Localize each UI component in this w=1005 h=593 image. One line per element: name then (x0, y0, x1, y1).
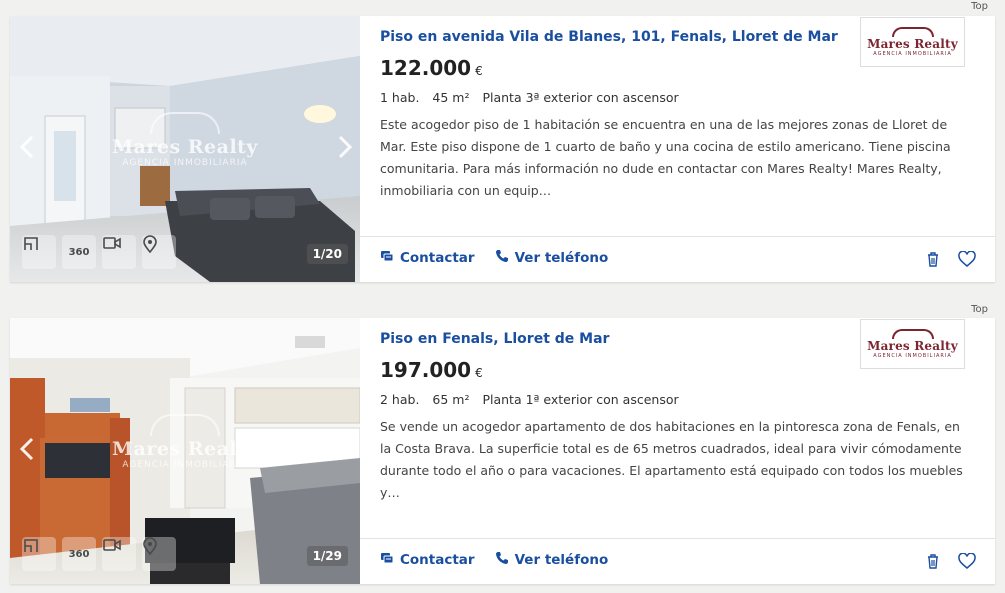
price-currency: € (475, 64, 483, 78)
agency-logo-subtitle: AGENCIA INMOBILIARIA (873, 353, 952, 359)
chevron-left-icon[interactable] (12, 433, 42, 465)
floorplan-button[interactable] (22, 235, 56, 269)
phone-icon (495, 249, 515, 267)
photo-counter: 1/20 (306, 244, 348, 264)
top-badge: Top (971, 1, 988, 12)
phone-label: Ver teléfono (514, 250, 609, 266)
contact-button[interactable]: Contactar (380, 551, 475, 569)
agency-logo-text: Mares Realty (867, 339, 958, 353)
listing-secondary-actions (909, 249, 977, 269)
video-button[interactable] (102, 235, 136, 269)
card-divider (360, 236, 995, 237)
listing-photo[interactable]: Mares Realty AGENCIA INMOBILIARIA 360 1/… (10, 16, 360, 282)
trash-icon[interactable] (923, 249, 943, 269)
listing-details: 2 hab. 65 m² Planta 1ª exterior con asce… (380, 392, 688, 407)
photo-watermark: Mares Realty AGENCIA INMOBILIARIA (110, 414, 260, 470)
phone-label: Ver teléfono (514, 552, 609, 568)
watermark-subtitle: AGENCIA INMOBILIARIA (122, 158, 248, 168)
chat-icon (380, 551, 400, 569)
photo-counter: 1/29 (306, 546, 348, 566)
heart-icon[interactable] (957, 249, 977, 269)
detail-floor: Planta 1ª exterior con ascensor (482, 392, 679, 407)
listing-description[interactable]: Se vende un acogedor apartamento de dos … (380, 416, 975, 504)
listing-description[interactable]: Este acogedor piso de 1 habitación se en… (380, 114, 975, 202)
detail-area: 45 m² (432, 90, 470, 105)
listing-price: 197.000 € (380, 358, 483, 382)
video-button[interactable] (102, 537, 136, 571)
listing-secondary-actions (909, 551, 977, 571)
phone-button[interactable]: Ver teléfono (495, 551, 609, 569)
trash-icon[interactable] (923, 551, 943, 571)
price-value: 122.000 (380, 56, 472, 80)
listing-price: 122.000 € (380, 56, 483, 80)
agency-logo[interactable]: Mares Realty AGENCIA INMOBILIARIA (860, 17, 965, 67)
listing-actions: Contactar Ver teléfono (380, 551, 628, 569)
agency-logo-text: Mares Realty (867, 37, 958, 51)
listing-title-link[interactable]: Piso en avenida Vila de Blanes, 101, Fen… (380, 29, 838, 45)
agency-logo[interactable]: Mares Realty AGENCIA INMOBILIARIA (860, 319, 965, 369)
price-value: 197.000 (380, 358, 472, 382)
photo-watermark: Mares Realty AGENCIA INMOBILIARIA (110, 112, 260, 168)
map-button[interactable] (142, 235, 176, 269)
tour-360-button[interactable]: 360 (62, 235, 96, 269)
price-currency: € (475, 366, 483, 380)
chevron-left-icon[interactable] (12, 131, 42, 163)
watermark-text: Mares Realty (112, 438, 258, 460)
agency-logo-subtitle: AGENCIA INMOBILIARIA (873, 51, 952, 57)
detail-rooms: 2 hab. (380, 392, 420, 407)
heart-icon[interactable] (957, 551, 977, 571)
contact-button[interactable]: Contactar (380, 249, 475, 267)
contact-label: Contactar (400, 250, 475, 266)
chevron-right-icon[interactable] (330, 131, 360, 163)
listing-card[interactable]: Mares Realty AGENCIA INMOBILIARIA 360 1/… (10, 318, 995, 584)
card-divider (360, 538, 995, 539)
phone-button[interactable]: Ver teléfono (495, 249, 609, 267)
detail-rooms: 1 hab. (380, 90, 420, 105)
detail-area: 65 m² (432, 392, 470, 407)
watermark-subtitle: AGENCIA INMOBILIARIA (122, 460, 248, 470)
detail-floor: Planta 3ª exterior con ascensor (482, 90, 679, 105)
listing-actions: Contactar Ver teléfono (380, 249, 628, 267)
tour-360-button[interactable]: 360 (62, 537, 96, 571)
contact-label: Contactar (400, 552, 475, 568)
phone-icon (495, 551, 515, 569)
listing-photo[interactable]: Mares Realty AGENCIA INMOBILIARIA 360 1/… (10, 318, 360, 584)
listing-title-link[interactable]: Piso en Fenals, Lloret de Mar (380, 331, 609, 347)
listing-details: 1 hab. 45 m² Planta 3ª exterior con asce… (380, 90, 688, 105)
floorplan-button[interactable] (22, 537, 56, 571)
top-badge: Top (971, 304, 988, 315)
watermark-text: Mares Realty (112, 136, 258, 158)
chat-icon (380, 249, 400, 267)
map-button[interactable] (142, 537, 176, 571)
listing-card[interactable]: Mares Realty AGENCIA INMOBILIARIA 360 1/… (10, 16, 995, 282)
chevron-right-icon[interactable] (330, 433, 360, 465)
